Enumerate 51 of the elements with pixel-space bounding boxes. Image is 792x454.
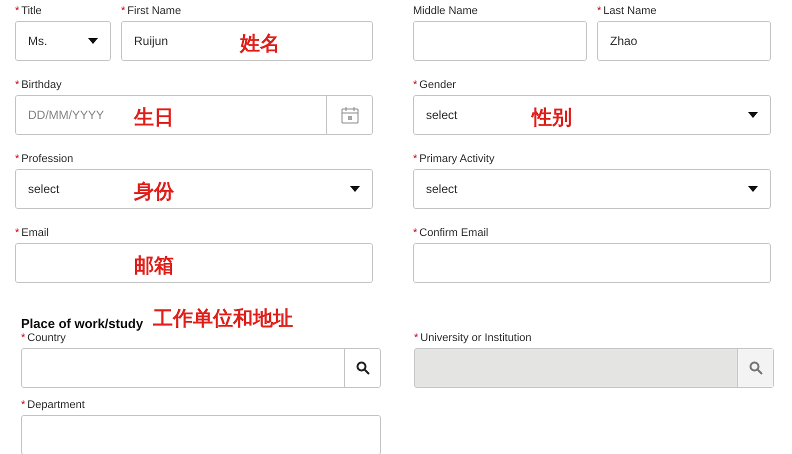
select-field[interactable]: Ms. xyxy=(15,21,111,61)
field-label: Title xyxy=(21,4,42,19)
field-label: Profession xyxy=(21,152,74,167)
field-label: University or Institution xyxy=(420,330,532,346)
search-icon xyxy=(748,361,762,375)
field-label: Last Name xyxy=(603,4,656,19)
field-label: Birthday xyxy=(21,78,62,93)
annotation: 性别 xyxy=(532,104,572,131)
field-label: Confirm Email xyxy=(419,226,488,241)
dropdown-caret-icon xyxy=(748,186,758,192)
search-icon xyxy=(356,361,370,375)
annotation: 工作单位和地址 xyxy=(153,305,294,332)
required-mark: * xyxy=(597,4,602,19)
dropdown-caret-icon xyxy=(748,112,758,118)
required-mark: * xyxy=(15,78,20,93)
annotation: 生日 xyxy=(134,104,174,131)
field-label: Middle Name xyxy=(413,4,478,19)
text-field[interactable]: 邮箱 xyxy=(15,243,373,283)
text-field[interactable]: Zhao xyxy=(597,21,771,61)
required-mark: * xyxy=(15,226,20,241)
required-mark: * xyxy=(413,152,418,167)
search-field[interactable] xyxy=(21,348,381,388)
date-field[interactable]: DD/MM/YYYY 生日 xyxy=(15,95,373,135)
dropdown-caret-icon xyxy=(88,38,98,44)
field-label: Gender xyxy=(419,78,456,93)
section-heading: Place of work/study xyxy=(21,314,144,333)
field-label: Department xyxy=(27,398,85,413)
required-mark: * xyxy=(21,398,26,413)
field-label: First Name xyxy=(127,4,182,19)
text-field[interactable] xyxy=(413,21,587,61)
select-field[interactable]: select 身份 xyxy=(15,169,373,209)
field-label: Country xyxy=(27,330,66,346)
annotation: 身份 xyxy=(134,178,174,205)
annotation: 姓名 xyxy=(240,30,280,57)
required-mark: * xyxy=(15,4,20,19)
required-mark: * xyxy=(413,78,418,93)
required-mark: * xyxy=(15,152,20,167)
text-field[interactable] xyxy=(413,243,771,283)
select-field[interactable]: select xyxy=(413,169,771,209)
calendar-icon xyxy=(340,106,358,124)
field-label: Primary Activity xyxy=(419,152,494,167)
select-field[interactable]: select 性别 xyxy=(413,95,771,135)
required-mark: * xyxy=(121,4,126,19)
field-label: Email xyxy=(21,226,49,241)
text-field[interactable]: Ruijun 姓名 xyxy=(121,21,373,61)
text-field[interactable] xyxy=(21,415,381,454)
required-mark: * xyxy=(413,226,418,241)
annotation: 邮箱 xyxy=(134,252,174,279)
required-mark: * xyxy=(21,330,26,346)
dropdown-caret-icon xyxy=(350,186,360,192)
required-mark: * xyxy=(414,330,418,346)
